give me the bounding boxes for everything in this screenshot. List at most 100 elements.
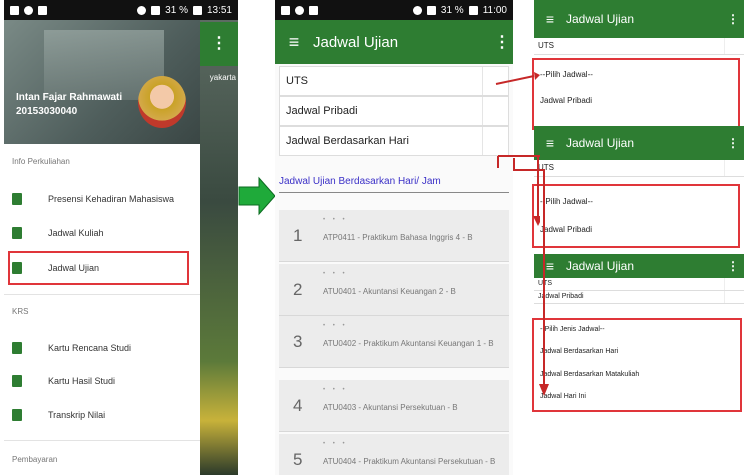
drawer-item-label: Presensi Kehadiran Mahasiswa (48, 194, 175, 204)
signal-icon (151, 5, 161, 15)
menu-icon[interactable]: ≡ (275, 32, 313, 53)
schedule-by-day-link[interactable]: Jadwal Ujian Berdasarkan Hari/ Jam (279, 176, 441, 187)
item-dots: • • • (323, 387, 348, 393)
divider (279, 192, 509, 193)
battery-icon (468, 5, 478, 15)
spinner-value: UTS (286, 75, 308, 87)
section-info-perkuliahan: Info Perkuliahan (12, 157, 70, 166)
list-item[interactable]: 5 • • • ATU0404 - Praktikum Akuntansi Pers… (279, 434, 509, 475)
notification-icon (10, 5, 19, 15)
battery-percent: 31 % (165, 4, 188, 16)
page-title: Jadwal Ujian (313, 33, 399, 51)
chevron-down-icon (724, 291, 744, 303)
page-title: Jadwal Ujian (566, 259, 635, 273)
app-bar: ≡ Jadwal Ujian ⋮ (275, 20, 513, 64)
signal-icon (426, 5, 436, 15)
status-bar: 31 % 13:51 (4, 0, 238, 20)
file-icon (12, 409, 22, 421)
wifi-icon (137, 5, 147, 15)
list-item[interactable]: 1 • • • ATP0411 - Praktikum Bahasa Inggris… (279, 210, 509, 262)
wifi-icon (412, 5, 422, 15)
item-number: 3 (293, 332, 303, 351)
chevron-down-icon (724, 278, 744, 290)
list-icon (12, 227, 22, 239)
spinner-value: UTS (538, 41, 554, 50)
schedule-type-spinner[interactable]: Jadwal Pribadi (279, 96, 509, 126)
drawer-item-label: Kartu Hasil Studi (48, 376, 116, 386)
spinner-value: Jadwal Berdasarkan Hari (286, 135, 409, 147)
navigation-drawer: Intan Fajar Rahmawati 20153030040 Info P… (4, 20, 200, 475)
page-title: Jadwal Ujian (566, 136, 635, 150)
menu-icon[interactable]: ≡ (534, 11, 566, 27)
drawer-item-jadwal-kuliah[interactable]: Jadwal Kuliah (4, 218, 200, 248)
page-title: Jadwal Ujian (566, 12, 635, 26)
background-label: yakarta (209, 73, 236, 82)
drawer-item-transkrip[interactable]: Transkrip Nilai (4, 400, 200, 430)
drawer-item-krs[interactable]: Kartu Rencana Studi (4, 333, 200, 363)
item-dots: • • • (323, 217, 348, 223)
item-text: ATU0404 - Praktikum Akuntansi Persekutua… (323, 457, 496, 466)
item-dots: • • • (323, 441, 348, 447)
location-icon (309, 5, 318, 15)
location-icon (38, 5, 47, 15)
divider (4, 294, 200, 295)
drawer-item-presensi[interactable]: Presensi Kehadiran Mahasiswa (4, 184, 200, 214)
divider (4, 440, 200, 441)
list-item[interactable]: 4 • • • ATU0403 - Akuntansi Persekutuan - … (279, 380, 509, 432)
drawer-header: Intan Fajar Rahmawati 20153030040 (4, 20, 200, 144)
overflow-menu-icon[interactable]: ⋮ (722, 136, 744, 150)
schedule-type-spinner[interactable]: Jadwal Pribadi (534, 291, 744, 304)
overflow-menu-icon[interactable]: ⋮ (491, 32, 513, 52)
drawer-item-label: Jadwal Kuliah (48, 228, 104, 238)
highlight-box (532, 58, 740, 130)
section-krs: KRS (12, 307, 29, 316)
list-item[interactable]: 3 • • • ATU0402 - Praktikum Akuntansi Keua… (279, 316, 509, 368)
item-text: ATP0411 - Praktikum Bahasa Inggris 4 - B (323, 233, 473, 242)
drawer-item-label: Kartu Rencana Studi (48, 343, 132, 353)
item-number: 5 (293, 450, 303, 469)
item-number: 2 (293, 280, 303, 299)
highlight-box (532, 184, 740, 248)
app-bar: ≡ Jadwal Ujian ⋮ (534, 0, 744, 38)
drawer-item-khs[interactable]: Kartu Hasil Studi (4, 366, 200, 396)
exam-type-spinner[interactable]: UTS (534, 38, 744, 55)
clock: 13:51 (206, 4, 232, 16)
arrow-right-icon (238, 176, 276, 216)
connector-arrow-2 (513, 158, 549, 396)
item-number: 1 (293, 226, 303, 245)
app-bar: ≡ Jadwal Ujian ⋮ (534, 126, 744, 160)
item-dots: • • • (323, 323, 348, 329)
item-number: 4 (293, 396, 303, 415)
exam-type-spinner[interactable]: UTS (534, 160, 744, 177)
item-dots: • • • (323, 271, 348, 277)
section-pembayaran: Pembayaran (12, 455, 58, 464)
item-text: ATU0401 - Akuntansi Keuangan 2 - B (323, 287, 456, 296)
app-bar: ≡ Jadwal Ujian ⋮ (534, 254, 744, 278)
checklist-icon (12, 375, 22, 387)
document-icon (12, 342, 22, 354)
avatar (138, 76, 186, 128)
status-bar: 31 % 11:00 (275, 0, 513, 20)
exam-type-spinner[interactable]: UTS (534, 278, 744, 291)
list-item[interactable]: 2 • • • ATU0401 - Akuntansi Keuangan 2 - B (279, 264, 509, 316)
schedule-filter-spinner[interactable]: Jadwal Berdasarkan Hari (279, 126, 509, 156)
spinner-value: Jadwal Pribadi (286, 105, 358, 117)
clock: 11:00 (482, 4, 507, 16)
battery-percent: 31 % (440, 4, 464, 16)
overflow-menu-icon[interactable]: ⋮ (722, 12, 744, 26)
battery-icon (192, 5, 202, 15)
item-text: ATU0402 - Praktikum Akuntansi Keuangan 1… (323, 339, 494, 348)
item-text: ATU0403 - Akuntansi Persekutuan - B (323, 403, 458, 412)
jadwal-ujian-screen: 31 % 11:00 ≡ Jadwal Ujian ⋮ UTS Jadwal Pr… (275, 0, 513, 475)
drawer-screen: 31 % 13:51 ⋮ yakarta Intan Fajar Rahmawat… (4, 0, 238, 475)
chevron-down-icon (724, 160, 744, 176)
clipboard-icon (12, 193, 22, 205)
notification-icon (281, 5, 290, 15)
overflow-menu-icon[interactable]: ⋮ (722, 259, 744, 273)
user-id: 20153030040 (16, 106, 78, 117)
overflow-menu-icon[interactable]: ⋮ (200, 22, 238, 66)
app-icon (24, 5, 33, 15)
user-name: Intan Fajar Rahmawati (16, 92, 123, 103)
exam-type-spinner[interactable]: UTS (279, 66, 509, 96)
highlight-box (8, 251, 189, 285)
